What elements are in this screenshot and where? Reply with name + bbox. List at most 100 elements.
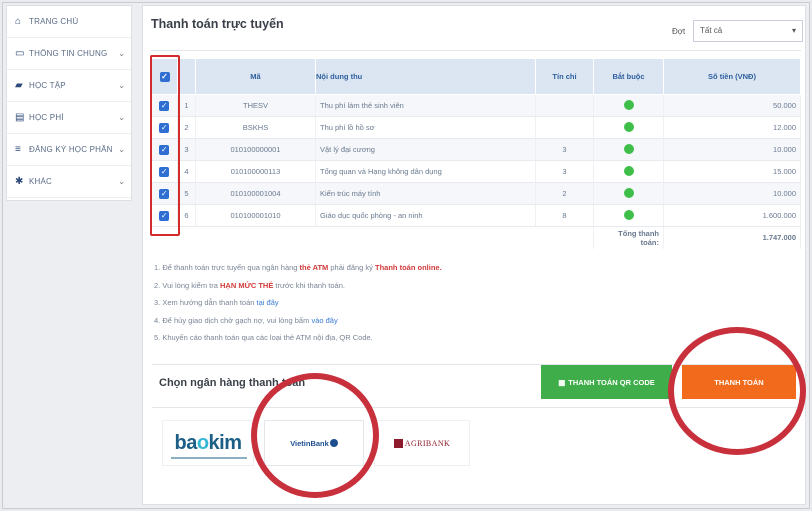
row-bat-buoc bbox=[593, 160, 664, 183]
bank-section-title: Chọn ngân hàng thanh toán bbox=[159, 377, 306, 389]
row-stt: 6 bbox=[177, 204, 196, 227]
required-status-icon bbox=[623, 143, 634, 154]
row-bat-buoc bbox=[593, 204, 664, 227]
qr-payment-button[interactable]: ▦ THANH TOÁN QR CODE bbox=[541, 365, 672, 399]
bank-option-agribank[interactable]: AGRIBANK bbox=[374, 420, 470, 466]
sidebar-item-label: THÔNG TIN CHUNG bbox=[29, 49, 108, 58]
col-header-tin-chi: Tín chỉ bbox=[535, 58, 594, 95]
sidebar-item-3[interactable]: ▤ HỌC PHÍ ⌄ bbox=[7, 102, 131, 134]
sidebar-item-1[interactable]: ▭ THÔNG TIN CHUNG ⌄ bbox=[7, 38, 131, 70]
col-header-ma: Mã bbox=[195, 58, 316, 95]
row-ma: 010100001010 bbox=[195, 204, 316, 227]
row-ma: 010100000113 bbox=[195, 160, 316, 183]
bank-option-baokim[interactable]: baokim bbox=[162, 420, 254, 466]
bank-option-vietinbank[interactable]: VietinBank bbox=[264, 420, 364, 466]
row-so-tien: 12.000 bbox=[663, 116, 801, 139]
required-status-icon bbox=[623, 165, 634, 176]
row-stt: 4 bbox=[177, 160, 196, 183]
total-label: Tổng thanh toán: bbox=[593, 226, 664, 249]
chevron-down-icon: ▾ bbox=[791, 26, 796, 35]
select-all-header: ✓ bbox=[151, 58, 178, 95]
table-row: ✓ 6 010100001010 Giáo dục quốc phòng - an n… bbox=[151, 204, 801, 227]
sidebar-item-4[interactable]: ≡ ĐĂNG KÝ HỌC PHẦN ⌄ bbox=[7, 134, 131, 166]
note-4: 4. Để hủy giao dịch chờ gạch nợ, vui lòn… bbox=[154, 315, 338, 325]
sidebar-item-label: TRANG CHỦ bbox=[29, 17, 79, 26]
row-so-tien: 10.000 bbox=[663, 138, 801, 161]
row-checkbox-cell: ✓ bbox=[151, 116, 178, 139]
row-stt: 1 bbox=[177, 94, 196, 117]
vietinbank-mark-icon bbox=[329, 439, 338, 447]
sidebar-item-0[interactable]: ⌂ TRANG CHỦ bbox=[7, 6, 131, 38]
row-bat-buoc bbox=[593, 182, 664, 205]
row-ma: 010100001004 bbox=[195, 182, 316, 205]
row-bat-buoc bbox=[593, 116, 664, 139]
row-tin-chi bbox=[535, 94, 594, 117]
filter-select[interactable]: Tất cả ▾ bbox=[693, 20, 803, 42]
guide-link[interactable]: tại đây bbox=[257, 298, 279, 307]
col-header-noi-dung: Nội dung thu bbox=[315, 58, 536, 95]
row-bat-buoc bbox=[593, 94, 664, 117]
filter-value: Tất cả bbox=[700, 26, 723, 35]
qr-payment-label: THANH TOÁN QR CODE bbox=[568, 377, 655, 387]
agribank-logo: AGRIBANK bbox=[404, 438, 451, 448]
cancel-transaction-link[interactable]: vào đây bbox=[311, 316, 337, 325]
note-2: 2. Vui lòng kiểm tra HẠN MỨC THẺ trước k… bbox=[154, 280, 345, 290]
col-header-so-tien: Số tiền (VNĐ) bbox=[663, 58, 801, 95]
total-value: 1.747.000 bbox=[663, 226, 801, 249]
row-checkbox-cell: ✓ bbox=[151, 182, 178, 205]
row-tin-chi bbox=[535, 116, 594, 139]
sidebar-item-label: KHÁC bbox=[29, 177, 53, 186]
row-noi-dung: Vật lý đại cương bbox=[315, 138, 536, 161]
home-icon: ⌂ bbox=[15, 16, 22, 27]
graduation-cap-icon: ▰ bbox=[15, 80, 23, 91]
col-header-stt bbox=[177, 58, 196, 95]
chevron-down-icon: ⌄ bbox=[118, 113, 125, 122]
qr-icon: ▦ bbox=[558, 377, 566, 387]
gear-icon: ✱ bbox=[15, 176, 24, 187]
monitor-icon: ▭ bbox=[15, 48, 25, 59]
sidebar-item-label: ĐĂNG KÝ HỌC PHẦN bbox=[29, 145, 113, 154]
required-status-icon bbox=[623, 121, 634, 132]
baokim-logo: baokim bbox=[174, 431, 242, 454]
row-stt: 2 bbox=[177, 116, 196, 139]
note-5: 5. Khuyến cáo thanh toán qua các loại th… bbox=[154, 333, 373, 342]
row-stt: 3 bbox=[177, 138, 196, 161]
row-checkbox[interactable]: ✓ bbox=[159, 210, 170, 221]
row-checkbox[interactable]: ✓ bbox=[159, 166, 170, 177]
row-noi-dung: Thu phí lồ hồ sơ bbox=[315, 116, 536, 139]
sidebar-item-label: HỌC PHÍ bbox=[29, 113, 64, 122]
row-checkbox-cell: ✓ bbox=[151, 138, 178, 161]
sidebar-item-5[interactable]: ✱ KHÁC ⌄ bbox=[7, 166, 131, 198]
pay-button[interactable]: THANH TOÁN bbox=[682, 365, 796, 399]
sidebar-item-2[interactable]: ▰ HỌC TẬP ⌄ bbox=[7, 70, 131, 102]
row-so-tien: 50.000 bbox=[663, 94, 801, 117]
row-tin-chi: 3 bbox=[535, 138, 594, 161]
row-checkbox-cell: ✓ bbox=[151, 160, 178, 183]
baokim-tagline bbox=[171, 457, 247, 459]
table-row: ✓ 5 010100001004 Kiến trúc máy tính 2 10.000 bbox=[151, 182, 801, 205]
chevron-down-icon: ⌄ bbox=[118, 177, 125, 186]
note-1: 1. Để thanh toán trực tuyến qua ngân hàn… bbox=[154, 263, 442, 272]
row-checkbox[interactable]: ✓ bbox=[159, 188, 170, 199]
total-row: Tổng thanh toán: 1.747.000 bbox=[151, 226, 801, 249]
vietinbank-logo: VietinBank bbox=[290, 438, 329, 448]
row-noi-dung: Giáo dục quốc phòng - an ninh bbox=[315, 204, 536, 227]
row-noi-dung: Thu phí làm thẻ sinh viên bbox=[315, 94, 536, 117]
row-noi-dung: Kiến trúc máy tính bbox=[315, 182, 536, 205]
row-ma: THESV bbox=[195, 94, 316, 117]
row-tin-chi: 8 bbox=[535, 204, 594, 227]
table-row: ✓ 3 010100000001 Vật lý đại cương 3 10.000 bbox=[151, 138, 801, 161]
required-status-icon bbox=[623, 187, 634, 198]
row-checkbox[interactable]: ✓ bbox=[159, 144, 170, 155]
select-all-checkbox[interactable]: ✓ bbox=[159, 71, 170, 82]
col-header-bat-buoc: Bắt buộc bbox=[593, 58, 664, 95]
chevron-down-icon: ⌄ bbox=[118, 145, 125, 154]
page-title: Thanh toán trực tuyến bbox=[151, 17, 284, 31]
row-ma: 010100000001 bbox=[195, 138, 316, 161]
payment-table: ✓ Mã Nội dung thu Tín chỉ Bắt buộc Số ti… bbox=[151, 58, 801, 249]
required-status-icon bbox=[623, 99, 634, 110]
row-so-tien: 10.000 bbox=[663, 182, 801, 205]
row-checkbox[interactable]: ✓ bbox=[159, 122, 170, 133]
row-checkbox[interactable]: ✓ bbox=[159, 100, 170, 111]
divider bbox=[151, 50, 801, 51]
